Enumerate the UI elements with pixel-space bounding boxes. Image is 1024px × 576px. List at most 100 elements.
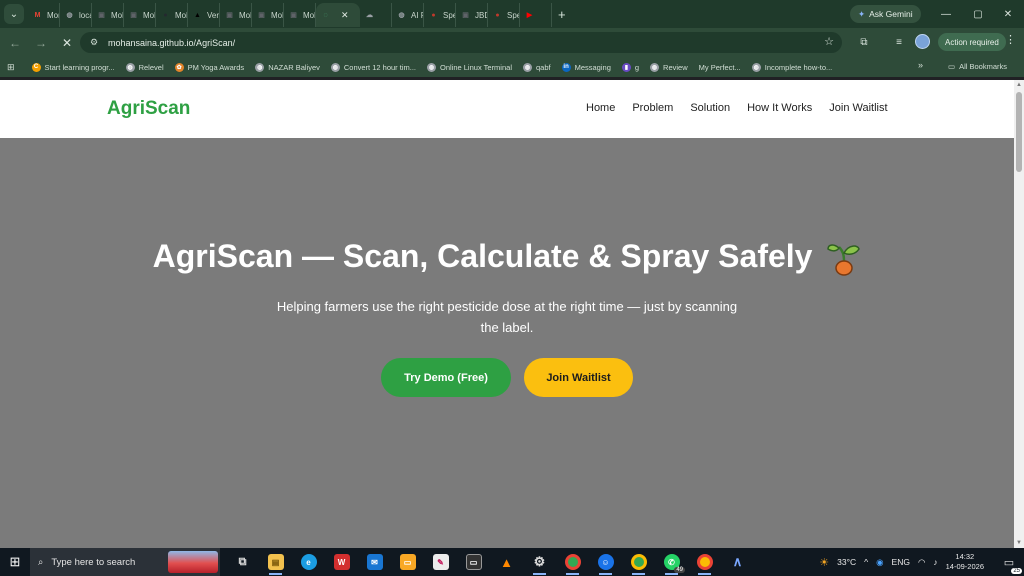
nav-join-waitlist[interactable]: Join Waitlist: [829, 102, 887, 114]
taskbar-search[interactable]: ⌕ Type here to search: [30, 548, 220, 576]
more-bookmarks-icon[interactable]: »: [918, 60, 923, 70]
bookmark-favicon-icon: ◍: [522, 62, 532, 72]
windows-start-icon[interactable]: ⊞: [0, 548, 30, 576]
volume-icon[interactable]: ♪: [933, 557, 937, 567]
browser-menu-icon[interactable]: ⋮: [1005, 33, 1016, 46]
nav-how-it-works[interactable]: How It Works: [747, 102, 812, 114]
nav-problem[interactable]: Problem: [632, 102, 673, 114]
bookmark-item[interactable]: ✿ PM Yoga Awards: [174, 62, 244, 72]
profile-avatar[interactable]: [915, 34, 930, 49]
bookmark-item[interactable]: ◍ Review: [650, 62, 688, 72]
arc-app-icon[interactable]: ∧: [721, 548, 754, 576]
bookmark-item[interactable]: C Start learning progr...: [31, 62, 115, 72]
scroll-up-arrow-icon[interactable]: ▲: [1016, 82, 1022, 88]
browser-tab[interactable]: ◍ loca: [60, 3, 92, 27]
new-tab-button[interactable]: +: [558, 7, 566, 22]
scroll-thumb[interactable]: [1016, 92, 1022, 172]
browser-tab[interactable]: ● Moh: [156, 3, 188, 27]
browser-tab[interactable]: ◌ ✕: [316, 3, 360, 27]
back-button[interactable]: ←: [4, 32, 26, 54]
chrome-third-icon[interactable]: [688, 548, 721, 576]
edge-icon[interactable]: e: [292, 548, 325, 576]
browser-tab[interactable]: ▣ Moh: [252, 3, 284, 27]
browser-tab[interactable]: ▶: [520, 3, 552, 27]
network-app-icon[interactable]: ◉: [876, 557, 883, 568]
wifi-icon[interactable]: ◠: [918, 557, 925, 568]
mail-icon[interactable]: ✉: [358, 548, 391, 576]
nav-home[interactable]: Home: [586, 102, 615, 114]
browser-tab[interactable]: ☁: [360, 3, 392, 27]
tray-overflow-icon[interactable]: ^: [864, 557, 868, 567]
bookmark-item[interactable]: ▮ g: [621, 62, 639, 72]
join-waitlist-button[interactable]: Join Waitlist: [524, 358, 633, 397]
address-bar[interactable]: ⚙ mohansaina.github.io/AgriScan/ ☆: [80, 32, 842, 53]
tab-search-button[interactable]: ⌄: [4, 4, 24, 24]
system-tray: ☀ 33°C ^ ◉ ENG ◠ ♪ 14:32 14-09-2026 ▭ 25: [811, 548, 1024, 576]
browser-tab-label: Spe: [507, 10, 520, 20]
page-icon: ▣: [258, 12, 265, 19]
taskbar-apps: ⧉ ▤ e W ✉ ▭ ✎ ▭ ▲ ⚙ ☺ ✆ 49 ∧: [226, 548, 754, 576]
browser-tab[interactable]: M Mon: [28, 3, 60, 27]
folder-app-icon[interactable]: ▭: [391, 548, 424, 576]
notifications-icon[interactable]: ▭ 25: [1000, 553, 1022, 574]
clock[interactable]: 14:32 14-09-2026: [946, 552, 984, 572]
ask-gemini-button[interactable]: ✦ Ask Gemini: [850, 5, 921, 23]
browser-tab[interactable]: ▣ Moh: [284, 3, 316, 27]
terminal-icon[interactable]: ▭: [457, 548, 490, 576]
search-highlight-image: [168, 551, 218, 573]
weather-icon[interactable]: ☀: [819, 556, 829, 569]
bookmark-item[interactable]: ◍ qabf: [522, 62, 551, 72]
vlc-icon[interactable]: ▲: [490, 548, 523, 576]
close-tab-icon[interactable]: ✕: [341, 10, 349, 21]
bookmark-item[interactable]: My Perfect...: [699, 63, 741, 72]
language-indicator[interactable]: ENG: [892, 557, 910, 567]
apps-grid-icon[interactable]: ⊞: [7, 62, 15, 73]
bookmark-item[interactable]: ◍ NAZAR Baliyev: [255, 62, 320, 72]
bookmark-item[interactable]: ◍ Incomplete how-to...: [751, 62, 832, 72]
browser-tab[interactable]: ◍ AI Re: [392, 3, 424, 27]
action-required-button[interactable]: Action required: [938, 33, 1006, 51]
page-icon: ▣: [462, 12, 469, 19]
all-bookmarks-button[interactable]: ▭ All Bookmarks: [948, 62, 1007, 71]
screen: ⌄ M Mon ◍ loca ▣ Moh ▣ Moh ● Moh ▲ Verc ▣ Moh ▣ Moh ▣ Moh…: [0, 0, 1024, 576]
settings-icon[interactable]: ⚙: [523, 548, 556, 576]
youtube-icon: ▶: [526, 12, 533, 19]
stop-loading-button[interactable]: ✕: [56, 32, 78, 54]
scroll-down-arrow-icon[interactable]: ▼: [1016, 540, 1022, 546]
avatar-icon: ●: [431, 11, 436, 19]
task-view-icon[interactable]: ⧉: [226, 548, 259, 576]
chrome-profile-icon[interactable]: ☺: [589, 548, 622, 576]
maximize-button[interactable]: ▢: [962, 0, 994, 28]
browser-tab[interactable]: ● Spe: [488, 3, 520, 27]
temperature[interactable]: 33°C: [837, 557, 856, 567]
browser-tab[interactable]: ▣ Moh: [92, 3, 124, 27]
try-demo-button[interactable]: Try Demo (Free): [381, 358, 511, 397]
browser-tab[interactable]: ▲ Verc: [188, 3, 220, 27]
bookmark-item[interactable]: ◍ Convert 12 hour tim...: [330, 62, 416, 72]
file-explorer-icon[interactable]: ▤: [259, 548, 292, 576]
browser-tab[interactable]: ▣ JBD: [456, 3, 488, 27]
minimize-button[interactable]: —: [930, 0, 962, 28]
bookmark-item[interactable]: ◍ Online Linux Terminal: [427, 62, 512, 72]
browser-tab[interactable]: ● Spe: [424, 3, 456, 27]
extensions-icon[interactable]: ⧉: [855, 33, 873, 51]
page-scrollbar[interactable]: ▲ ▼: [1014, 80, 1024, 548]
site-info-icon[interactable]: ⚙: [88, 37, 100, 49]
bookmark-item[interactable]: in Messaging: [561, 62, 611, 72]
forward-button[interactable]: →: [30, 32, 52, 54]
chrome-second-icon[interactable]: [622, 548, 655, 576]
page-icon: ▣: [130, 12, 137, 19]
clock-time: 14:32: [955, 552, 975, 561]
paint-icon[interactable]: ✎: [424, 548, 457, 576]
bookmark-star-icon[interactable]: ☆: [824, 35, 834, 48]
media-controls-icon[interactable]: ≡: [890, 33, 908, 51]
chrome-icon[interactable]: [556, 548, 589, 576]
bookmark-item[interactable]: ◍ Relevel: [125, 62, 164, 72]
site-logo[interactable]: AgriScan: [107, 98, 190, 120]
wps-office-icon[interactable]: W: [325, 548, 358, 576]
browser-tab[interactable]: ▣ Moh: [220, 3, 252, 27]
nav-solution[interactable]: Solution: [690, 102, 730, 114]
close-window-button[interactable]: ✕: [992, 0, 1024, 28]
browser-tab[interactable]: ▣ Moh: [124, 3, 156, 27]
whatsapp-icon[interactable]: ✆ 49: [655, 548, 688, 576]
